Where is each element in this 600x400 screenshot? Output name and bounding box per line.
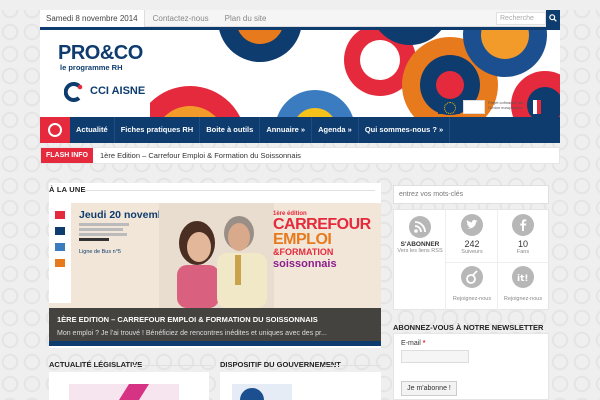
slide-partner-strip <box>49 203 71 303</box>
featured-slider[interactable]: Jeudi 20 novembre 2014 Ligne de Bus n°5 … <box>49 203 381 346</box>
home-icon <box>48 123 62 137</box>
top-bar: Samedi 8 novembre 2014 Contactez-nous Pl… <box>40 9 560 27</box>
twitter-icon <box>461 214 483 236</box>
current-date: Samedi 8 novembre 2014 <box>40 9 145 27</box>
viadeo-label: Rejoignez-nous <box>452 296 492 302</box>
partner-logo-icon <box>55 259 65 267</box>
eu-flag-icon <box>438 100 460 114</box>
partner-logo-icon <box>55 243 65 251</box>
nav-item-qui[interactable]: Qui sommes-nous ? » <box>359 117 451 143</box>
top-search-input[interactable]: Recherche <box>496 12 546 25</box>
brand-formation: &FORMATION <box>273 247 334 257</box>
social-twitter[interactable]: 242 Suiveurs <box>447 214 497 256</box>
nav-item-fiches[interactable]: Fiches pratiques RH <box>115 117 201 143</box>
twitter-count: 242 <box>464 239 480 249</box>
legislative-news-title: ACTUALITÉ LÉGISLATIVE <box>49 360 143 369</box>
site-header: PRO&CO le programme RH CCI AISNE Projet … <box>40 27 560 117</box>
nav-item-actualite[interactable]: Actualité <box>70 117 115 143</box>
flash-info-bar: FLASH INFO 1ère Edition – Carrefour Empl… <box>40 147 560 164</box>
facebook-icon <box>512 214 534 236</box>
newsletter-subscribe-button[interactable]: Je m'abonne ! <box>401 381 457 396</box>
eu-partner-logos: Projet cofinancé par l'Union européenne <box>438 100 541 114</box>
rss-title: S'ABONNER <box>400 241 440 248</box>
gov-scheme-title: DISPOSITIF DU GOUVERNEMENT <box>220 360 341 369</box>
cci-logo-icon <box>64 82 83 102</box>
social-divider <box>445 210 446 311</box>
svg-text:it!: it! <box>517 274 529 284</box>
eu-cofund-text: Projet cofinancé par l'Union européenne <box>488 100 524 110</box>
viadeo-icon <box>461 266 483 288</box>
une-section-title: À LA UNE <box>49 185 86 194</box>
social-counter-widget: S'ABONNER Vers les liens RSS 242 Suiveur… <box>393 209 550 311</box>
top-search-button[interactable] <box>546 10 560 27</box>
contact-link[interactable]: Contactez-nous <box>145 10 217 27</box>
legislative-thumb-icon <box>69 384 179 400</box>
site-tagline: le programme RH <box>60 63 123 72</box>
gov-title-rule <box>324 365 381 366</box>
search-icon <box>549 14 557 22</box>
flash-info-link[interactable]: 1ère Edition – Carrefour Emploi & Format… <box>93 151 301 160</box>
rss-label: Vers les liens RSS <box>397 248 443 254</box>
slide-event-details <box>79 223 134 243</box>
social-viadeo[interactable]: Rejoignez-nous <box>447 266 497 303</box>
nav-item-annuaire[interactable]: Annuaire » <box>260 117 313 143</box>
newsletter-form: E-mail * Je m'abonne ! <box>393 333 549 400</box>
twitter-label: Suiveurs <box>461 249 483 255</box>
gov-scheme-panel[interactable] <box>220 372 381 400</box>
legislative-news-panel[interactable] <box>49 372 209 400</box>
slide-photo-people <box>159 203 274 308</box>
cci-label: CCI AISNE <box>90 85 146 97</box>
main-navigation: Actualité Fiches pratiques RH Boite à ou… <box>40 117 560 143</box>
legislative-title-rule <box>132 365 212 366</box>
top-strip <box>0 0 600 10</box>
newsletter-title: ABONNEZ-VOUS À NOTRE NEWSLETTER <box>393 323 544 332</box>
slide-bus-line: Ligne de Bus n°5 <box>79 249 121 255</box>
rss-icon <box>409 216 431 238</box>
slide-caption-title[interactable]: 1ÈRE EDITION – CARREFOUR EMPLOI & FORMAT… <box>57 315 318 324</box>
home-button[interactable] <box>40 117 70 143</box>
fse-logo-icon <box>463 100 485 114</box>
newsletter-email-field[interactable] <box>401 350 469 363</box>
slide-caption-excerpt: Mon emploi ? Je l'ai trouvé ! Bénéficiez… <box>57 330 327 337</box>
gov-thumb-icon <box>232 384 292 400</box>
facebook-label: Fans <box>516 249 530 255</box>
newsletter-email-label: E-mail * <box>401 340 426 347</box>
une-title-rule <box>85 190 375 191</box>
social-network-icon: it! <box>512 266 534 288</box>
brand-emploi: EMPLOI <box>273 231 332 248</box>
social-rss[interactable]: S'ABONNER Vers les liens RSS <box>395 216 445 255</box>
nav-item-boite[interactable]: Boite à outils <box>200 117 261 143</box>
sitemap-link[interactable]: Plan du site <box>217 10 275 27</box>
other-social-label: Rejoignez-nous <box>503 296 543 302</box>
french-republic-logo-icon <box>529 100 541 114</box>
nav-item-agenda[interactable]: Agenda » <box>312 117 359 143</box>
social-divider <box>446 262 550 263</box>
slider-bottom-bar <box>49 341 381 346</box>
site-logo[interactable]: PRO&CO <box>58 42 143 65</box>
social-facebook[interactable]: 10 Fans <box>498 214 548 256</box>
facebook-count: 10 <box>517 239 528 249</box>
brand-carrefour: CARREFOUR <box>273 216 371 233</box>
partner-logo-icon <box>55 211 65 219</box>
social-other[interactable]: it! Rejoignez-nous <box>498 266 548 303</box>
flash-info-tag: FLASH INFO <box>41 148 93 163</box>
sidebar-search-input[interactable]: entrez vos mots-clés <box>393 185 549 204</box>
partner-logo-icon <box>55 227 65 235</box>
brand-soissonnais: soissonnais <box>273 258 337 270</box>
slide-event-brand: 1ère édition CARREFOUR EMPLOI &FORMATION… <box>273 211 378 270</box>
